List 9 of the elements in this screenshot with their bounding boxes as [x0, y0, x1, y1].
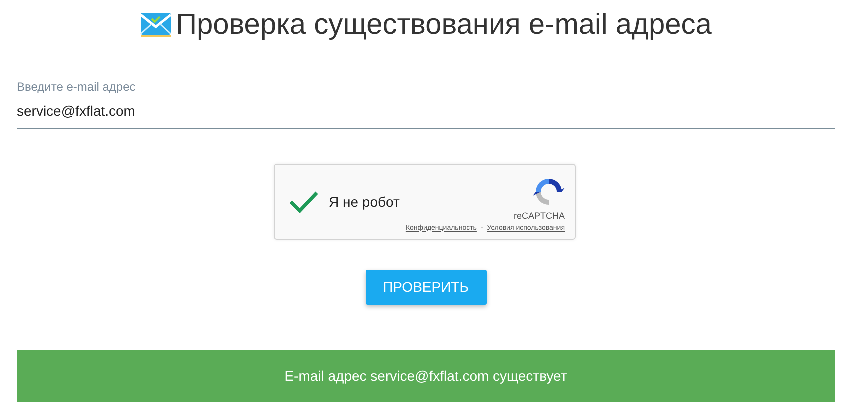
page-title: Проверка существования e-mail адреса — [176, 8, 712, 42]
email-field[interactable]: service@fxflat.com — [17, 99, 835, 129]
recaptcha-logo-icon — [533, 176, 565, 208]
checkmark-icon[interactable] — [289, 190, 319, 214]
field-label: Введите e-mail адрес — [17, 79, 136, 96]
result-banner: E-mail адрес service@fxflat.com существует — [17, 350, 835, 402]
recaptcha-brand: reCAPTCHA — [514, 210, 565, 223]
envelope-icon — [140, 12, 172, 38]
captcha-label: Я не робот — [329, 192, 400, 212]
